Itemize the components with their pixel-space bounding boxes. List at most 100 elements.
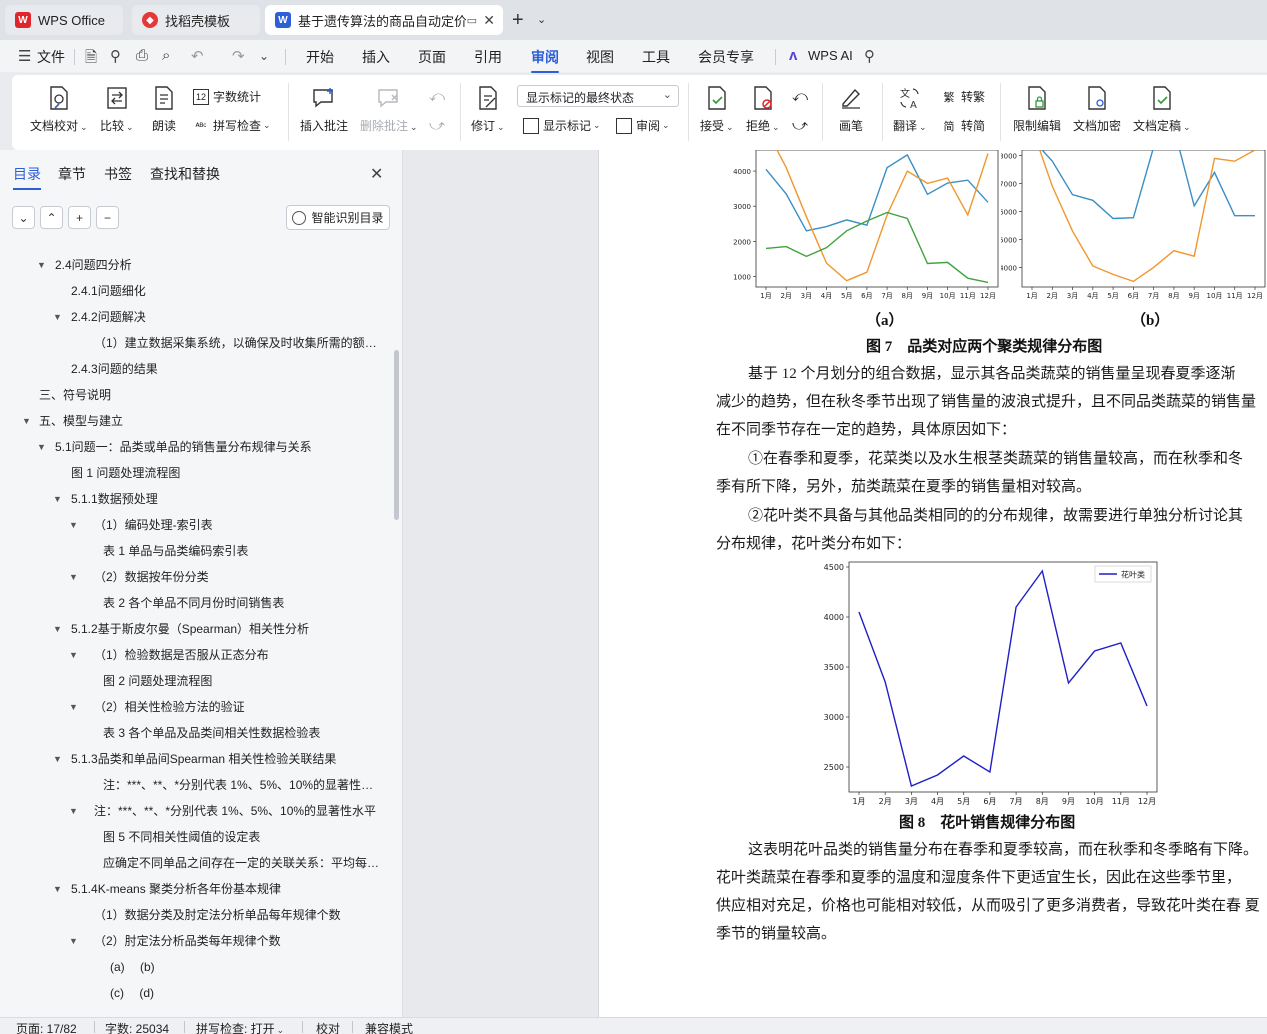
close-icon[interactable]: ✕ [483,12,495,29]
undo-icon[interactable]: ↶ [191,47,204,65]
spell-check-status[interactable]: 拼写检查: 打开 ⌄ [196,1020,284,1034]
expand-arrow-icon[interactable]: ▼ [53,304,62,330]
print-preview-icon[interactable]: ⌕ [162,47,170,64]
restrict-edit-button[interactable]: 限制编辑 [1013,85,1061,134]
toc-item[interactable]: （1）数据分类及肘定法分析单品每年规律个数 [94,902,385,928]
expand-arrow-icon[interactable]: ▼ [53,616,62,642]
toc-item[interactable]: 2.4.1问题细化 [71,278,385,304]
menu-home[interactable]: 开始 [306,47,334,67]
expand-arrow-icon[interactable]: ▼ [37,252,46,278]
finalize-button[interactable]: 文档定稿 ⌄ [1133,85,1191,134]
delete-comment-button[interactable]: 删除批注 ⌄ [360,85,418,134]
toc-item[interactable]: (c) (d) [110,980,385,1006]
expand-arrow-icon[interactable]: ▼ [37,434,46,460]
toc-item[interactable]: （2）数据按年份分类 [94,564,385,590]
expand-arrow-icon[interactable]: ▼ [69,928,78,954]
toc-item[interactable]: 五、模型与建立 [39,408,385,434]
show-markup-button[interactable]: 显示标记 ⌄ [523,117,601,134]
tab-find-replace[interactable]: 查找和替换 [150,164,220,184]
share-icon[interactable]: ⚲ [110,47,121,65]
toc-item[interactable]: 表 2 各个单品不同月份时间销售表 [103,590,385,616]
toc-item[interactable]: 5.1.3品类和单品间Spearman 相关性检验关联结果 [71,746,385,772]
hamburger-icon[interactable]: ☰ [18,47,31,65]
toc-item[interactable]: （2）肘定法分析品类每年规律个数 [94,928,385,954]
tab-bookmarks[interactable]: 书签 [104,164,132,184]
menu-view[interactable]: 视图 [586,47,614,67]
toc-item[interactable]: 2.4.3问题的结果 [71,356,385,382]
expand-arrow-icon[interactable]: ▼ [22,408,31,434]
add-heading-button[interactable]: + [68,206,91,229]
markup-state-select[interactable]: 显示标记的最终状态 ⌄ [517,85,679,107]
monitor-icon[interactable]: ▭ [467,14,477,27]
toc-item[interactable]: （2）相关性检验方法的验证 [94,694,385,720]
page-indicator[interactable]: 页面: 17/82 [16,1020,77,1034]
spell-check-button[interactable]: ᴬᴮᶜ 拼写检查 ⌄ [193,117,271,134]
encrypt-button[interactable]: 文档加密 [1073,85,1121,134]
toc-item[interactable]: (a) (b) [110,954,385,980]
menu-page[interactable]: 页面 [418,47,446,67]
next-comment-icon[interactable]: ⤻ [429,117,445,134]
toc-item[interactable]: 图 5 不同相关性阈值的设定表 [103,824,385,850]
menu-references[interactable]: 引用 [474,47,502,67]
remove-heading-button[interactable]: − [96,206,119,229]
search-icon[interactable]: ⚲ [864,47,875,65]
redo-icon[interactable]: ↷ [232,47,245,65]
toc-item[interactable]: 图 2 问题处理流程图 [103,668,385,694]
word-count[interactable]: 字数: 25034 [105,1020,169,1034]
menu-review[interactable]: 审阅 [531,47,559,73]
doc-proof-button[interactable]: 文档校对 ⌄ [30,85,88,134]
tab-toc[interactable]: 目录 [13,164,41,190]
expand-arrow-icon[interactable]: ▼ [53,876,62,902]
toc-item[interactable]: 2.4.2问题解决 [71,304,385,330]
save-icon[interactable]: 🗎 [85,47,97,72]
expand-arrow-icon[interactable]: ▼ [69,512,78,538]
tab-document[interactable]: W 基于遗传算法的商品自动定价与补货 ▭ ✕ [265,5,503,35]
toc-item[interactable]: 5.1.2基于斯皮尔曼（Spearman）相关性分析 [71,616,385,642]
toc-item[interactable]: 注：***、**、*分别代表 1%、5%、10%的显著性水平 [94,798,385,824]
toc-item[interactable]: （1）建立数据采集系统，以确保及时收集所需的额外数据 [94,330,385,356]
tab-wps-office[interactable]: W WPS Office [5,5,123,35]
menu-member[interactable]: 会员专享 [698,47,754,67]
expand-arrow-icon[interactable]: ▼ [69,642,78,668]
tab-docer[interactable]: ◆ 找稻壳模板 [132,5,260,35]
accept-button[interactable]: 接受 ⌄ [700,85,734,134]
tab-sections[interactable]: 章节 [58,164,86,184]
toc-item[interactable]: （1）编码处理-索引表 [94,512,385,538]
scrollbar[interactable] [394,350,399,520]
expand-arrow-icon[interactable]: ▼ [53,486,62,512]
compare-button[interactable]: 比较 ⌄ [100,85,134,134]
toc-item[interactable]: 三、符号说明 [39,382,385,408]
to-simplified-button[interactable]: 简 转简 [941,117,986,134]
translate-button[interactable]: 文A 翻译 ⌄ [893,85,927,134]
close-icon[interactable]: ✕ [370,164,383,184]
to-traditional-button[interactable]: 繁 转繁 [941,88,986,105]
pen-button[interactable]: 画笔 [838,85,864,134]
toc-item[interactable]: 2.4问题四分析 [55,252,385,278]
previous-change-icon[interactable]: ⤺ [792,88,808,105]
expand-arrow-icon[interactable]: ▼ [69,564,78,590]
proof-status[interactable]: 校对 [316,1020,340,1034]
collapse-up-button[interactable]: ⌃ [40,206,63,229]
print-icon[interactable]: ⎙ [136,47,148,64]
toc-item[interactable]: （1）检验数据是否服从正态分布 [94,642,385,668]
review-pane-button[interactable]: 审阅 ⌄ [616,117,670,134]
track-changes-button[interactable]: 修订 ⌄ [471,85,505,134]
menu-wps-ai[interactable]: WPS AI [808,48,853,63]
toc-item[interactable]: 5.1问题一：品类或单品的销售量分布规律与关系 [55,434,385,460]
toc-item[interactable]: 表 3 各个单品及品类间相关性数据检验表 [103,720,385,746]
expand-arrow-icon[interactable]: ▼ [69,798,78,824]
collapse-down-button[interactable]: ⌄ [12,206,35,229]
expand-arrow-icon[interactable]: ▼ [69,694,78,720]
toc-item[interactable]: 表 1 单品与品类编码索引表 [103,538,385,564]
menu-insert[interactable]: 插入 [362,47,390,67]
word-count-button[interactable]: 12 字数统计 [193,88,261,105]
toc-item[interactable]: 5.1.4K-means 聚类分析各年份基本规律 [71,876,385,902]
menu-tools[interactable]: 工具 [642,47,670,67]
new-tab-icon[interactable]: + [512,9,524,32]
menu-file[interactable]: 文件 [37,47,65,67]
read-aloud-button[interactable]: 朗读 [151,85,177,134]
smart-toc-button[interactable]: 智能识别目录 [286,205,390,230]
expand-arrow-icon[interactable]: ▼ [53,746,62,772]
previous-comment-icon[interactable]: ⤺ [429,88,445,105]
toc-item[interactable]: 注：***、**、*分别代表 1%、5%、10%的显著性水平 [103,772,385,798]
